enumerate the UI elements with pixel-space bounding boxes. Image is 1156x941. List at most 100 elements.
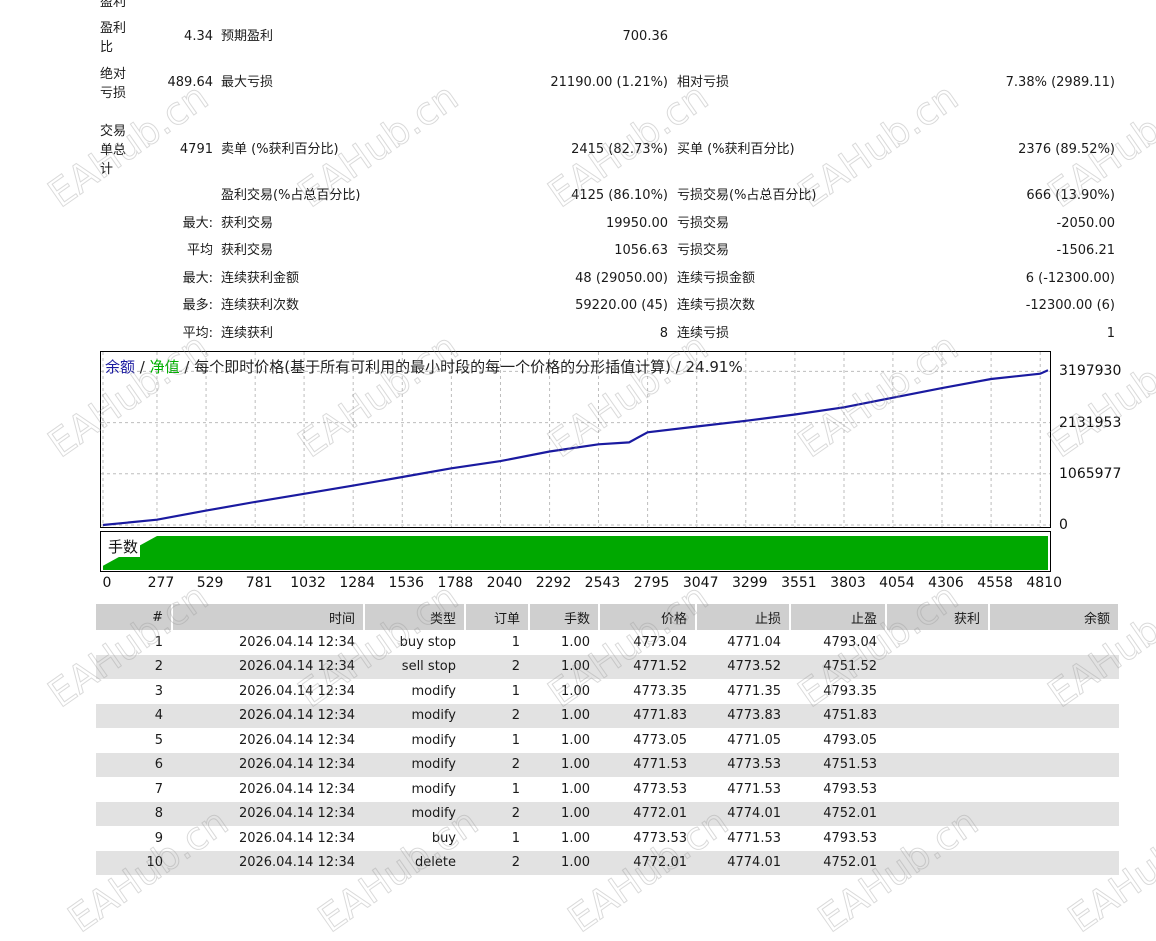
y-tick-label: 1065977 <box>1059 465 1122 482</box>
table-cell <box>989 679 1119 704</box>
balance-chart-svg <box>101 352 1050 527</box>
table-cell: buy stop <box>399 634 456 650</box>
table-cell: 1 <box>154 634 163 650</box>
lots-chart <box>100 531 1051 572</box>
table-row: 4 2026.04.14 12:34 modify 2 1.00 4771.83 4773.… <box>96 703 1119 728</box>
table-cell: modify <box>411 683 456 699</box>
table-cell: 2026.04.14 12:34 <box>238 732 355 748</box>
table-cell: 4774.01 <box>696 801 790 826</box>
x-tick-label: 277 <box>147 575 175 591</box>
expected-payoff-label: 预期盈利 <box>221 29 274 44</box>
most-consec-prefix: 最多: <box>182 298 213 313</box>
table-cell <box>989 752 1119 777</box>
x-tick-label: 1536 <box>388 575 425 591</box>
column-header: # <box>96 604 173 630</box>
table-row: 8 2026.04.14 12:34 modify 2 1.00 4772.01 4774.… <box>96 801 1119 826</box>
table-cell: 4773.35 <box>633 683 687 699</box>
table-cell: 1.00 <box>529 654 599 679</box>
max-drawdown-label: 最大亏损 <box>221 75 274 90</box>
table-cell: 1.00 <box>561 732 590 748</box>
max-drawdown-value: 21190.00 (1.21%) <box>550 75 668 90</box>
avg-consec-losses-label: 连续亏损 <box>677 326 730 341</box>
x-tick-label: 4054 <box>879 575 915 591</box>
table-cell: 4752.01 <box>790 850 886 875</box>
table-cell: 2026.04.14 12:34 <box>172 654 364 679</box>
column-header: 手数 <box>529 604 600 630</box>
x-tick-label: 1284 <box>339 575 375 591</box>
table-cell <box>886 777 989 802</box>
table-cell: 6 <box>96 752 172 777</box>
table-cell: 1.00 <box>529 850 599 875</box>
table-body: 1 2026.04.14 12:34 buy stop 1 1.00 4773.04 477… <box>96 630 1119 875</box>
expected-payoff-value: 700.36 <box>622 29 669 44</box>
table-cell: modify <box>364 752 465 777</box>
table-header: # 时间 类型 订单 手数 价格 止损 止盈 获利 余额 <box>96 604 1120 630</box>
column-header: 时间 <box>172 604 365 630</box>
table-cell: 2 <box>465 801 529 826</box>
balance-chart <box>100 351 1051 528</box>
table-cell <box>886 728 989 753</box>
profit-factor-label: 盈利比 <box>100 21 127 55</box>
table-cell: 1 <box>511 634 520 650</box>
loss-trades-label: 亏损交易(%占总百分比) <box>677 188 817 203</box>
table-cell: 9 <box>154 830 163 846</box>
x-tick-label: 4306 <box>928 575 964 591</box>
column-header: 价格 <box>599 604 697 630</box>
stats-cut-label: 盈利 <box>100 0 127 10</box>
table-cell <box>886 630 989 655</box>
table-cell: modify <box>364 703 465 728</box>
table-cell: 4771.53 <box>727 830 781 846</box>
table-cell: 2 <box>96 654 172 679</box>
table-cell: 2026.04.14 12:34 <box>172 703 364 728</box>
max-consec-losses-label: 连续亏损金额 <box>677 271 756 286</box>
short-trades-label: 卖单 (%获利百分比) <box>221 142 339 157</box>
table-row: 5 2026.04.14 12:34 modify 1 1.00 4773.05 4771.… <box>96 728 1119 753</box>
relative-drawdown-value: 7.38% (2989.11) <box>1005 75 1115 90</box>
average-profit-label: 获利交易 <box>221 243 274 258</box>
table-cell: 4771.35 <box>727 683 781 699</box>
avg-consec-wins-value: 8 <box>659 326 668 341</box>
table-cell: 4772.01 <box>599 850 696 875</box>
total-trades-label: 交易单总计 <box>100 124 127 177</box>
table-cell: 4773.04 <box>633 634 687 650</box>
y-tick-label: 3197930 <box>1059 363 1122 380</box>
table-cell <box>886 703 989 728</box>
table-cell: 1 <box>511 830 520 846</box>
table-cell: 1.00 <box>561 683 590 699</box>
table-cell: 1.00 <box>561 634 590 650</box>
legend-sep: / <box>135 358 150 376</box>
x-tick-label: 2795 <box>633 575 670 591</box>
table-cell <box>886 679 989 704</box>
table-cell: 2 <box>465 752 529 777</box>
table-cell: 1.00 <box>561 830 590 846</box>
table-cell: 3 <box>154 683 163 699</box>
table-row: 2 2026.04.14 12:34 sell stop 2 1.00 4771.52 47… <box>96 654 1119 679</box>
table-cell <box>886 801 989 826</box>
table-cell: 1.00 <box>529 703 599 728</box>
chart-description: / 每个即时价格(基于所有可利用的最小时段的每一个价格的分形插值计算) / 24… <box>179 358 743 376</box>
x-tick-label: 2040 <box>486 575 523 591</box>
trades-table: # 时间 类型 订单 手数 价格 止损 止盈 获利 余额 1 2026.04.14 12:34 buy… <box>96 604 1120 875</box>
profit-trades-label: 盈利交易(%占总百分比) <box>221 188 361 203</box>
table-cell <box>886 654 989 679</box>
table-cell: 2026.04.14 12:34 <box>172 801 364 826</box>
profit-trades-value: 4125 (86.10%) <box>571 188 668 203</box>
table-cell: 4752.01 <box>790 801 886 826</box>
table-cell: 2 <box>465 654 529 679</box>
table-row: 3 2026.04.14 12:34 modify 1 1.00 4773.35 4771.… <box>96 679 1119 704</box>
table-cell: modify <box>411 732 456 748</box>
table-cell: 4771.83 <box>599 703 696 728</box>
profit-factor-value: 4.34 <box>184 29 213 44</box>
total-trades-value: 4791 <box>179 142 213 157</box>
table-row: 9 2026.04.14 12:34 buy 1 1.00 4773.53 4771.53 4… <box>96 826 1119 851</box>
table-cell: 2026.04.14 12:34 <box>238 634 355 650</box>
x-tick-label: 3299 <box>731 575 768 591</box>
table-cell <box>886 752 989 777</box>
absolute-drawdown-value: 489.64 <box>167 75 214 90</box>
legend-balance: 余额 <box>105 358 136 376</box>
table-cell: 4793.35 <box>823 683 877 699</box>
largest-profit-label: 获利交易 <box>221 216 274 231</box>
table-cell: 2 <box>465 703 529 728</box>
loss-trades-value: 666 (13.90%) <box>1026 188 1115 203</box>
avg-consec-wins-label: 连续获利 <box>221 326 274 341</box>
